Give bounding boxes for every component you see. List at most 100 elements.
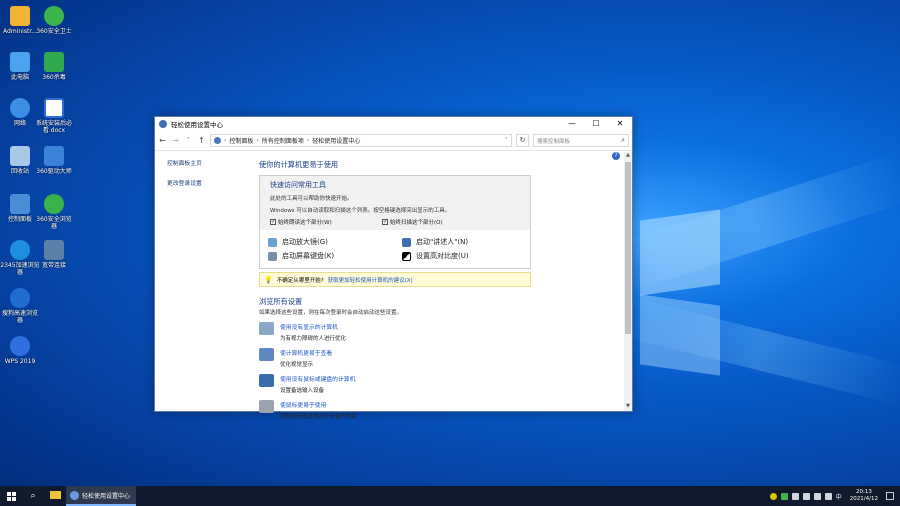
quick-access-options: ✓ 始终朗读这个部分(W) ✓ 始终扫描这个部分(O) bbox=[270, 218, 523, 226]
mouse-icon bbox=[259, 400, 274, 413]
search-icon[interactable]: ⌕ bbox=[22, 491, 44, 501]
help-icon[interactable]: ? bbox=[612, 152, 620, 160]
quick-tools-grid: 启动放大镜(G) 启动"讲述人"(N) 启动屏幕键盘(K) 设置高对比度(U) bbox=[260, 230, 530, 268]
vertical-scrollbar[interactable]: ▲ ▼ bbox=[624, 152, 632, 411]
ease-of-access-icon bbox=[159, 120, 167, 128]
360-tray-icon[interactable] bbox=[769, 492, 777, 500]
browser-icon bbox=[10, 240, 30, 260]
computer-icon bbox=[10, 52, 30, 72]
scroll-down-icon[interactable]: ▼ bbox=[624, 403, 632, 411]
main-panel: 使你的计算机更易于使用 快速访问常用工具 此处的工具可以帮助你快速开始。 Win… bbox=[259, 160, 531, 420]
search-input[interactable]: 搜索控制面板 ⌕ bbox=[533, 134, 629, 147]
tip-text: 不确定从哪里开始? bbox=[276, 277, 324, 284]
shield-icon bbox=[44, 52, 64, 72]
breadcrumb-control-panel[interactable]: 控制面板 bbox=[229, 136, 253, 145]
narrator-icon bbox=[402, 237, 411, 247]
desktop-icon-360-driver[interactable]: 360驱动大师 bbox=[34, 146, 74, 175]
scrollbar-thumb[interactable] bbox=[625, 162, 631, 334]
setting-item[interactable]: 使计算机更易于查看 优化视觉显示 bbox=[259, 348, 531, 368]
wps-icon bbox=[10, 336, 30, 356]
checkbox-checked-icon: ✓ bbox=[382, 219, 388, 225]
word-document-icon bbox=[44, 98, 64, 118]
always-read-checkbox[interactable]: ✓ 始终朗读这个部分(W) bbox=[270, 218, 382, 226]
window-controls: — ☐ ✕ bbox=[560, 117, 632, 131]
network-tray-icon[interactable] bbox=[791, 492, 799, 500]
no-display-icon bbox=[259, 322, 274, 335]
nav-control-panel-home[interactable]: 控制面板主页 bbox=[167, 158, 247, 167]
quick-access-box: 快速访问常用工具 此处的工具可以帮助你快速开始。 Windows 可以自动读取和… bbox=[259, 175, 531, 269]
up-arrow-icon[interactable]: ↑ bbox=[197, 136, 206, 145]
desktop-icon-wps[interactable]: WPS 2019 bbox=[0, 336, 40, 365]
maximize-button[interactable]: ☐ bbox=[584, 117, 608, 131]
security-tray-icon[interactable] bbox=[780, 492, 788, 500]
close-button[interactable]: ✕ bbox=[608, 117, 632, 131]
sogou-icon bbox=[10, 288, 30, 308]
start-onscreen-keyboard-link[interactable]: 启动屏幕键盘(K) bbox=[268, 251, 402, 261]
start-button[interactable] bbox=[0, 491, 22, 501]
forward-arrow-icon[interactable]: → bbox=[171, 136, 180, 145]
minimize-button[interactable]: — bbox=[560, 117, 584, 131]
high-contrast-link[interactable]: 设置高对比度(U) bbox=[402, 251, 536, 261]
ime-indicator[interactable]: 中 bbox=[836, 492, 842, 501]
wallpaper-window-logo bbox=[640, 294, 720, 376]
breadcrumb-ease-of-access[interactable]: 轻松使用设置中心 bbox=[312, 136, 360, 145]
easier-to-see-link[interactable]: 使计算机更易于查看 bbox=[280, 348, 332, 357]
use-without-mouse-keyboard-link[interactable]: 使用没有鼠标或键盘的计算机 bbox=[280, 374, 355, 383]
user-folder-icon bbox=[10, 6, 30, 26]
breadcrumb-all-items[interactable]: 所有控制面板项 bbox=[262, 136, 304, 145]
recent-dropdown-icon[interactable]: ˅ bbox=[184, 137, 193, 144]
notification-icon[interactable] bbox=[886, 492, 894, 500]
address-dropdown-icon[interactable]: ˅ bbox=[502, 137, 511, 144]
taskbar: ⌕ 轻松使用设置中心 中 20:13 2021/4/12 bbox=[0, 486, 900, 506]
high-contrast-icon bbox=[402, 251, 411, 261]
wallpaper-window-logo bbox=[640, 209, 720, 296]
monitor-icon bbox=[259, 348, 274, 361]
use-without-display-link[interactable]: 使用没有显示的计算机 bbox=[280, 322, 346, 331]
page-heading: 使你的计算机更易于使用 bbox=[259, 160, 339, 169]
360-safe-icon bbox=[44, 6, 64, 26]
scroll-up-icon[interactable]: ▲ bbox=[624, 152, 632, 160]
setting-item[interactable]: 使用没有鼠标或键盘的计算机 设置备选输入设备 bbox=[259, 374, 531, 394]
browse-settings-title: 浏览所有设置 bbox=[259, 297, 303, 306]
mouse-easier-link[interactable]: 使鼠标更易于使用 bbox=[280, 400, 357, 409]
setting-item[interactable]: 使用没有显示的计算机 为有视力障碍的人进行优化 bbox=[259, 322, 531, 342]
nav-change-signin-settings[interactable]: 更改登录设置 bbox=[167, 178, 247, 187]
clock[interactable]: 20:13 2021/4/12 bbox=[850, 489, 878, 503]
quick-access-desc-1: 此处的工具可以帮助你快速开始。 bbox=[270, 196, 353, 202]
address-toolbar: ← → ˅ ↑ › 控制面板 › 所有控制面板项 › 轻松使用设置中心 ˅ ↻ … bbox=[155, 131, 632, 151]
desktop-icon-360-browser[interactable]: 360安全浏览器 bbox=[34, 194, 74, 230]
desktop-icon-docx[interactable]: 系统安装后必看.docx bbox=[34, 98, 74, 134]
taskbar-app-ease-of-access[interactable]: 轻松使用设置中心 bbox=[66, 486, 136, 506]
browser-icon bbox=[44, 194, 64, 214]
desktop-icon-broadband[interactable]: 宽带连接 bbox=[34, 240, 74, 269]
address-bar[interactable]: › 控制面板 › 所有控制面板项 › 轻松使用设置中心 ˅ bbox=[210, 134, 512, 147]
always-scan-checkbox[interactable]: ✓ 始终扫描这个部分(O) bbox=[382, 218, 494, 226]
setting-item[interactable]: 使鼠标更易于使用 调整鼠标或其他指针设备的设置 bbox=[259, 400, 531, 420]
battery-tray-icon[interactable] bbox=[802, 492, 810, 500]
file-explorer-icon[interactable] bbox=[44, 490, 66, 502]
window-title: 轻松使用设置中心 bbox=[171, 121, 223, 129]
browse-settings-desc: 如果选择这些设置，则在每次登录时会自动启动这些设置。 bbox=[259, 310, 403, 316]
keyboard-icon bbox=[268, 251, 277, 261]
system-tray: 中 20:13 2021/4/12 bbox=[769, 489, 900, 503]
recycle-bin-icon bbox=[10, 146, 30, 166]
control-panel-icon bbox=[214, 137, 221, 144]
tip-bar: 💡 不确定从哪里开始? 获取更加轻松使用计算机的建议(X) bbox=[259, 272, 531, 287]
start-magnifier-link[interactable]: 启动放大镜(G) bbox=[268, 237, 402, 247]
broadband-icon bbox=[44, 240, 64, 260]
network-icon bbox=[10, 98, 30, 118]
back-arrow-icon[interactable]: ← bbox=[158, 136, 167, 145]
driver-icon bbox=[44, 146, 64, 166]
refresh-button[interactable]: ↻ bbox=[516, 134, 529, 147]
window-content: 控制面板主页 更改登录设置 ? ▲ ▼ 使你的计算机更易于使用 快速访问常用工具… bbox=[155, 152, 632, 420]
speaker-icon[interactable] bbox=[813, 492, 821, 500]
get-recommendations-link[interactable]: 获取更加轻松使用计算机的建议(X) bbox=[328, 276, 413, 284]
quick-access-title: 快速访问常用工具 bbox=[270, 181, 326, 189]
desktop-icon-360-safe[interactable]: 360安全卫士 bbox=[34, 6, 74, 35]
wifi-icon[interactable] bbox=[824, 492, 832, 500]
window-titlebar[interactable]: 轻松使用设置中心 — ☐ ✕ bbox=[155, 117, 632, 131]
desktop-icon-sogou-browser[interactable]: 搜狗高速浏览器 bbox=[0, 288, 40, 324]
desktop-icon-360-antivirus[interactable]: 360杀毒 bbox=[34, 52, 74, 81]
start-narrator-link[interactable]: 启动"讲述人"(N) bbox=[402, 237, 536, 247]
magnifier-icon bbox=[268, 237, 277, 247]
